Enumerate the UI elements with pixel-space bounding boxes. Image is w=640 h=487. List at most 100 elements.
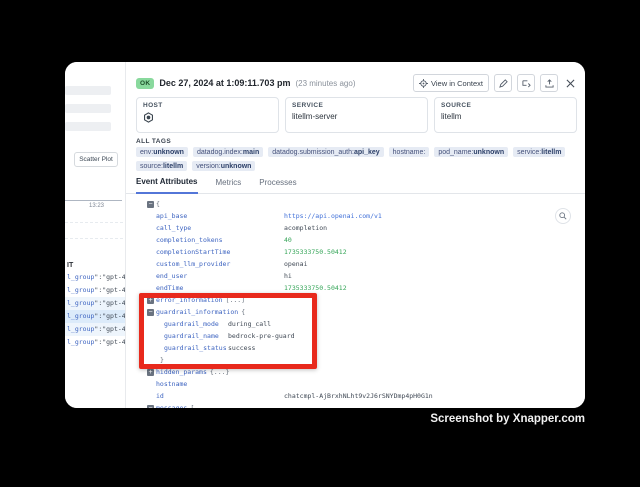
event-header: OK Dec 27, 2024 at 1:09:11.703 pm (23 mi… bbox=[136, 73, 577, 93]
json-key: guardrail_information bbox=[156, 306, 238, 318]
json-key: completionStartTime bbox=[156, 246, 284, 258]
json-key: guardrail_name bbox=[164, 330, 228, 342]
collapse-icon[interactable] bbox=[147, 405, 154, 409]
json-close-brace-row: } bbox=[126, 354, 585, 366]
tag-list: env:unknown datadog.index:main datadog.s… bbox=[136, 147, 577, 171]
close-icon bbox=[566, 79, 575, 88]
json-punct: } bbox=[160, 354, 164, 366]
json-value: chatcmpl-AjBrxhNLht9v2J6rSNYDmp4pH0G1n bbox=[284, 390, 433, 402]
background-list-header: IT bbox=[67, 262, 73, 269]
source-card-label: SOURCE bbox=[441, 102, 570, 109]
scatter-plot-button[interactable]: Scatter Plot bbox=[74, 152, 118, 167]
tag-env[interactable]: env:unknown bbox=[136, 147, 188, 157]
json-value-link[interactable]: https://api.openai.com/v1 bbox=[284, 210, 382, 222]
chart-x-axis-tick-label: 13:23 bbox=[89, 203, 104, 209]
tag-service[interactable]: service:litellm bbox=[513, 147, 565, 157]
host-hexagon-icon bbox=[143, 112, 272, 123]
background-toolbar-bar bbox=[65, 104, 111, 113]
collapse-icon[interactable] bbox=[147, 309, 154, 316]
log-list-item[interactable]: l_group":"gpt-4o bbox=[65, 284, 125, 297]
json-value: openai bbox=[284, 258, 307, 270]
log-key: l_group bbox=[67, 325, 94, 333]
log-list-item[interactable]: l_group":"gpt-4o bbox=[65, 310, 125, 323]
json-root-row: { bbox=[126, 198, 585, 210]
attr-row-completion-tokens: completion_tokens40 bbox=[126, 234, 585, 246]
tag-value: litellm bbox=[541, 149, 561, 156]
tag-datadog-index[interactable]: datadog.index:main bbox=[193, 147, 263, 157]
json-punct: { bbox=[241, 306, 245, 318]
log-key: l_group bbox=[67, 312, 94, 320]
tag-value: unknown bbox=[221, 163, 252, 170]
tag-hostname[interactable]: hostname: bbox=[389, 147, 430, 157]
json-key: api_base bbox=[156, 210, 284, 222]
close-button[interactable] bbox=[563, 74, 577, 92]
log-key: l_group bbox=[67, 273, 94, 281]
expand-icon[interactable] bbox=[147, 369, 154, 376]
floating-app-window: Scatter Plot 13:23 IT l_group":"gpt-4o l… bbox=[65, 62, 585, 408]
event-detail-panel: OK Dec 27, 2024 at 1:09:11.703 pm (23 mi… bbox=[125, 62, 585, 408]
source-card[interactable]: SOURCE litellm bbox=[434, 97, 577, 133]
attr-row-hidden-params: hidden_params{...} bbox=[126, 366, 585, 378]
tag-pod-name[interactable]: pod_name:unknown bbox=[434, 147, 508, 157]
json-key: call_type bbox=[156, 222, 284, 234]
attr-row-guardrail-information: guardrail_information{ bbox=[126, 306, 585, 318]
attr-row-id: idchatcmpl-AjBrxhNLht9v2J6rSNYDmp4pH0G1n bbox=[126, 390, 585, 402]
export-button[interactable] bbox=[540, 74, 558, 92]
json-key: guardrail_status bbox=[164, 342, 228, 354]
json-value: hi bbox=[284, 270, 292, 282]
event-time-ago: (23 minutes ago) bbox=[295, 79, 355, 88]
json-key: completion_tokens bbox=[156, 234, 284, 246]
tag-value: api_key bbox=[354, 149, 380, 156]
search-icon bbox=[559, 212, 567, 220]
host-card-label: HOST bbox=[143, 102, 272, 109]
json-punct: { bbox=[156, 198, 160, 210]
background-toolbar-bar bbox=[65, 86, 111, 95]
view-in-context-button[interactable]: View in Context bbox=[413, 74, 489, 92]
edit-button[interactable] bbox=[494, 74, 512, 92]
log-list-item[interactable]: l_group":"gpt-4o bbox=[65, 336, 125, 349]
background-toolbar-bar bbox=[65, 122, 111, 131]
json-value: 1735333750.50412 bbox=[284, 246, 347, 258]
log-value: ":"gpt-4o bbox=[94, 325, 125, 333]
json-key: endTime bbox=[156, 282, 284, 294]
json-value: acompletion bbox=[284, 222, 327, 234]
tab-event-attributes[interactable]: Event Attributes bbox=[136, 177, 198, 194]
expand-icon[interactable] bbox=[147, 297, 154, 304]
tag-value: unknown bbox=[473, 149, 504, 156]
tag-key: env: bbox=[140, 149, 153, 156]
json-value: 1735333750.50412 bbox=[284, 282, 347, 294]
chart-x-axis bbox=[65, 200, 122, 201]
log-value: ":"gpt-4o bbox=[94, 299, 125, 307]
target-icon bbox=[419, 79, 428, 88]
log-list-item[interactable]: l_group":"gpt-4o bbox=[65, 323, 125, 336]
attr-row-error-information: error_information[...] bbox=[126, 294, 585, 306]
tag-value: main bbox=[243, 149, 259, 156]
source-card-value: litellm bbox=[441, 112, 570, 121]
json-value: success bbox=[228, 342, 255, 354]
attributes-search-button[interactable] bbox=[555, 208, 571, 224]
log-value: ":"gpt-4o bbox=[94, 338, 125, 346]
collapse-icon[interactable] bbox=[147, 201, 154, 208]
screenshot-stage: Scatter Plot 13:23 IT l_group":"gpt-4o l… bbox=[0, 0, 640, 487]
tag-key: hostname: bbox=[393, 149, 426, 156]
tag-source[interactable]: source:litellm bbox=[136, 161, 187, 171]
attr-row-api-base: api_basehttps://api.openai.com/v1 bbox=[126, 210, 585, 222]
tag-version[interactable]: version:unknown bbox=[192, 161, 255, 171]
log-list-item[interactable]: l_group":"gpt-4o bbox=[65, 297, 125, 310]
tag-key: service: bbox=[517, 149, 541, 156]
log-list-item[interactable]: l_group":"gpt-4o bbox=[65, 271, 125, 284]
related-traces-button[interactable] bbox=[517, 74, 535, 92]
tag-submission-auth[interactable]: datadog.submission_auth:api_key bbox=[268, 147, 383, 157]
json-key: hidden_params bbox=[156, 366, 207, 378]
json-key: hostname bbox=[156, 378, 284, 390]
service-card[interactable]: SERVICE litellm-server bbox=[285, 97, 428, 133]
tab-bar: Event Attributes Metrics Processes bbox=[126, 174, 585, 194]
json-key: end_user bbox=[156, 270, 284, 282]
tab-metrics[interactable]: Metrics bbox=[216, 178, 242, 193]
json-punct: [...] bbox=[226, 294, 246, 306]
tag-value: unknown bbox=[153, 149, 184, 156]
tag-value: litellm bbox=[163, 163, 183, 170]
tab-processes[interactable]: Processes bbox=[259, 178, 296, 193]
host-card[interactable]: HOST bbox=[136, 97, 279, 133]
log-key: l_group bbox=[67, 299, 94, 307]
